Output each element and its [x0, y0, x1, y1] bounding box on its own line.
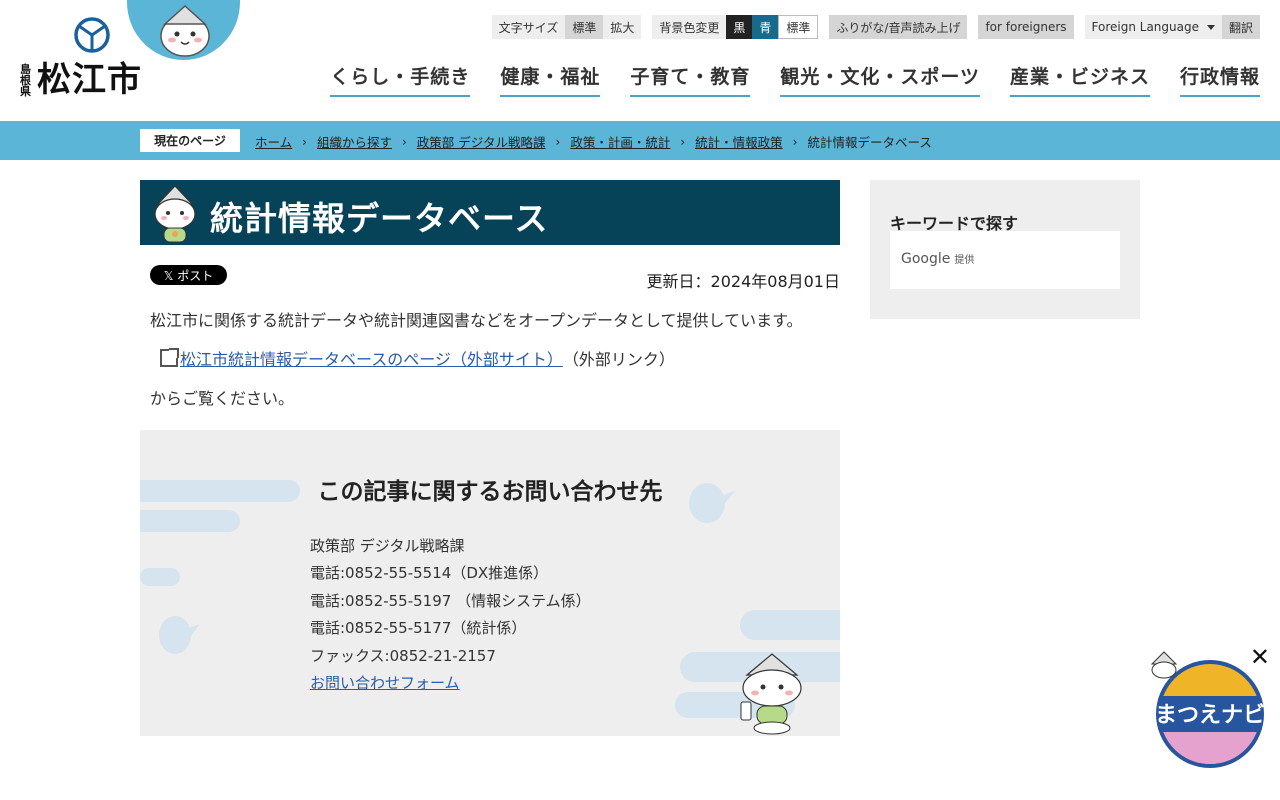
bg-black-button[interactable]: 黒 — [726, 15, 753, 39]
nav-item-childcare[interactable]: 子育て・教育 — [630, 62, 751, 97]
external-link-icon — [160, 348, 179, 367]
contact-details: 政策部 デジタル戦略課 電話:0852-55-5514（DX推進係） 電話:08… — [310, 533, 591, 697]
external-link-row: 松江市統計情報データベースのページ（外部サイト） （外部リンク） — [160, 346, 675, 370]
external-link-note: （外部リンク） — [562, 350, 675, 369]
breadcrumb-policy[interactable]: 政策・計画・統計 — [570, 132, 670, 151]
breadcrumb-dept[interactable]: 政策部 デジタル戦略課 — [417, 132, 546, 151]
prefecture-label: 島根県 — [20, 63, 31, 98]
contact-form-link[interactable]: お問い合わせフォーム — [310, 674, 460, 692]
matsue-navi-icon: まつえナビ — [1150, 651, 1265, 768]
contact-box: この記事に関するお問い合わせ先 政策部 デジタル戦略課 電話:0852-55-5… — [140, 430, 840, 736]
city-emblem-icon — [74, 17, 110, 53]
nav-item-business[interactable]: 産業・ビジネス — [1009, 62, 1150, 97]
chevron-right-icon: › — [792, 134, 798, 149]
utility-bar: 文字サイズ 標準 拡大 背景色変更 黒 青 標準 ふりがな/音声読み上げ for… — [491, 15, 1260, 39]
language-group: Foreign Language 翻訳 — [1084, 15, 1260, 39]
site-logo[interactable]: 島根県 松江市 — [20, 14, 150, 100]
chevron-right-icon: › — [555, 134, 561, 149]
foreign-language-select[interactable]: Foreign Language — [1084, 15, 1222, 39]
page-title: 統計情報データベース — [210, 199, 549, 238]
bg-color-label: 背景色変更 — [652, 15, 727, 39]
intro-text: 松江市に関係する統計データや統計関連図書などをオープンデータとして提供しています… — [150, 311, 803, 330]
bg-color-group: 背景色変更 黒 青 標準 — [652, 15, 819, 39]
breadcrumb-current-label: 現在のページ — [140, 129, 240, 152]
breadcrumb: 現在のページ ホーム › 組織から探す › 政策部 デジタル戦略課 › 政策・計画・統… — [0, 121, 1280, 160]
contact-tel-stats: 電話:0852-55-5177（統計係） — [310, 619, 527, 638]
foreigners-group: for foreigners — [978, 15, 1074, 39]
furigana-button[interactable]: ふりがな/音声読み上げ — [829, 15, 968, 39]
navi-label: まつえナビ — [1155, 703, 1265, 728]
chevron-right-icon: › — [680, 134, 686, 149]
breadcrumb-list: ホーム › 組織から探す › 政策部 デジタル戦略課 › 政策・計画・統計 › 統計・情… — [255, 132, 932, 151]
bird-icon — [159, 616, 200, 654]
cloud-decoration — [740, 610, 840, 640]
cloud-decoration — [140, 510, 240, 532]
closing-text: からご覧ください。 — [150, 389, 295, 408]
breadcrumb-stats[interactable]: 統計・情報政策 — [695, 132, 783, 151]
search-input[interactable]: Google 提供 — [890, 231, 1120, 289]
mascot-icon — [740, 653, 802, 735]
bg-blue-button[interactable]: 青 — [752, 15, 779, 39]
matsue-navi-widget[interactable]: ✕ まつえナビ — [1150, 643, 1270, 770]
nav-item-tourism[interactable]: 観光・文化・スポーツ — [780, 62, 980, 97]
contact-tel-system: 電話:0852-55-5197 （情報システム係） — [310, 591, 591, 610]
google-logo: Google — [901, 251, 951, 267]
for-foreigners-button[interactable]: for foreigners — [978, 15, 1074, 39]
x-post-button[interactable]: 𝕏 ポスト — [150, 265, 227, 285]
font-size-label: 文字サイズ — [491, 15, 566, 39]
nav-item-life[interactable]: くらし・手続き — [330, 62, 471, 97]
mascot-icon — [154, 185, 196, 243]
stats-database-link[interactable]: 松江市統計情報データベースのページ（外部サイト） — [180, 346, 563, 370]
nav-item-health[interactable]: 健康・福祉 — [500, 62, 601, 97]
breadcrumb-current: 統計情報データベース — [807, 135, 932, 150]
font-large-button[interactable]: 拡大 — [603, 15, 642, 39]
font-size-group: 文字サイズ 標準 拡大 — [491, 15, 642, 39]
page-title-bar: 統計情報データベース — [140, 180, 840, 245]
google-search-label: Google 提供 — [901, 251, 974, 267]
main-content: 統計情報データベース 𝕏 ポスト 更新日：2024年08月01日 松江市に関係す… — [140, 180, 840, 736]
translate-button[interactable]: 翻訳 — [1221, 15, 1260, 39]
google-provided-label: 提供 — [954, 255, 975, 266]
breadcrumb-home[interactable]: ホーム — [255, 132, 292, 151]
chevron-right-icon: › — [302, 134, 307, 149]
mascot-icon — [160, 4, 210, 57]
sidebar: キーワードで探す Google 提供 — [870, 180, 1140, 319]
chevron-right-icon: › — [401, 134, 407, 149]
foreign-language-label: Foreign Language — [1091, 20, 1199, 34]
contact-dept: 政策部 デジタル戦略課 — [310, 537, 465, 555]
bg-standard-button[interactable]: 標準 — [778, 15, 819, 39]
furigana-group: ふりがな/音声読み上げ — [829, 15, 968, 39]
breadcrumb-org[interactable]: 組織から探す — [317, 132, 392, 151]
contact-tel-dx: 電話:0852-55-5514（DX推進係） — [310, 564, 549, 583]
site-header: 島根県 松江市 文字サイズ 標準 拡大 背景色変更 黒 青 標準 ふりがな/音声… — [0, 0, 1280, 121]
global-nav: くらし・手続き 健康・福祉 子育て・教育 観光・文化・スポーツ 産業・ビジネス … — [330, 62, 1260, 97]
nav-item-government[interactable]: 行政情報 — [1179, 62, 1260, 97]
contact-fax: ファックス:0852-21-2157 — [310, 646, 496, 665]
city-name: 松江市 — [37, 60, 142, 100]
updated-date: 更新日：2024年08月01日 — [646, 272, 840, 291]
chevron-down-icon — [1206, 24, 1215, 30]
font-standard-button[interactable]: 標準 — [565, 15, 604, 39]
cloud-decoration — [140, 568, 180, 586]
contact-heading: この記事に関するお問い合わせ先 — [317, 479, 663, 505]
